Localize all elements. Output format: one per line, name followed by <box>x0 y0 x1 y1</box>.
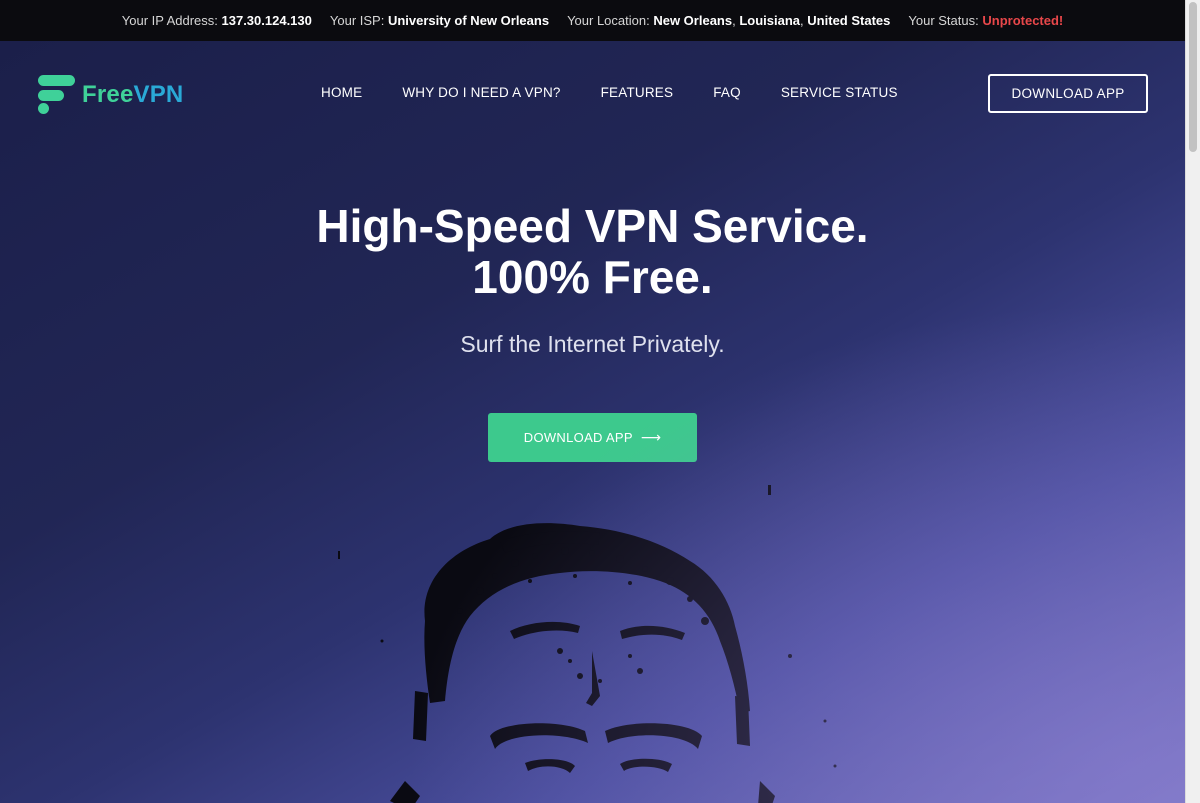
logo-text-vpn: VPN <box>133 81 184 108</box>
hero-title-line1: High-Speed VPN Service. <box>316 200 869 252</box>
logo-text: FreeVPN <box>82 81 183 109</box>
hero-portrait-illustration <box>338 485 837 803</box>
hero-section: FreeVPN HOME WHY DO I NEED A VPN? FEATUR… <box>0 41 1185 803</box>
logo-mark-icon <box>38 75 76 115</box>
isp-label: Your ISP: <box>329 13 385 28</box>
ip-value: 137.30.124.130 <box>221 13 312 28</box>
location-country: United States <box>807 13 891 28</box>
nav-faq[interactable]: FAQ <box>713 85 741 100</box>
location-info: Your Location: New Orleans, Louisiana, U… <box>567 13 891 28</box>
status-label: Your Status: <box>908 13 979 28</box>
hero-subtitle: Surf the Internet Privately. <box>460 331 725 357</box>
hero-download-button[interactable]: DOWNLOAD APP ⟶ <box>488 413 697 462</box>
isp-value: University of New Orleans <box>387 13 550 28</box>
logo[interactable]: FreeVPN <box>38 75 183 115</box>
nav-features[interactable]: FEATURES <box>601 85 674 100</box>
nav-why-vpn[interactable]: WHY DO I NEED A VPN? <box>402 85 560 100</box>
logo-text-free: Free <box>82 81 134 108</box>
page-scrollbar[interactable] <box>1185 0 1200 803</box>
nav-home[interactable]: HOME <box>321 85 362 100</box>
location-state: Louisiana <box>739 13 801 28</box>
location-label: Your Location: <box>567 13 650 28</box>
ip-label: Your IP Address: <box>121 13 218 28</box>
isp-info: Your ISP: University of New Orleans <box>330 13 549 28</box>
status-info: Your Status: Unprotected! <box>908 13 1063 28</box>
hero-download-label: DOWNLOAD APP <box>523 430 633 445</box>
location-city: New Orleans <box>653 13 733 28</box>
main-nav: HOME WHY DO I NEED A VPN? FEATURES FAQ S… <box>321 85 898 100</box>
hero-title-line2: 100% Free. <box>472 251 713 303</box>
status-value: Unprotected! <box>982 13 1064 28</box>
info-bar: Your IP Address: 137.30.124.130 Your ISP… <box>0 0 1185 41</box>
header-download-button[interactable]: DOWNLOAD APP <box>988 74 1148 113</box>
nav-service-status[interactable]: SERVICE STATUS <box>781 85 898 100</box>
scrollbar-thumb[interactable] <box>1189 2 1197 152</box>
arrow-right-icon: ⟶ <box>640 429 662 445</box>
ip-info: Your IP Address: 137.30.124.130 <box>122 13 312 28</box>
